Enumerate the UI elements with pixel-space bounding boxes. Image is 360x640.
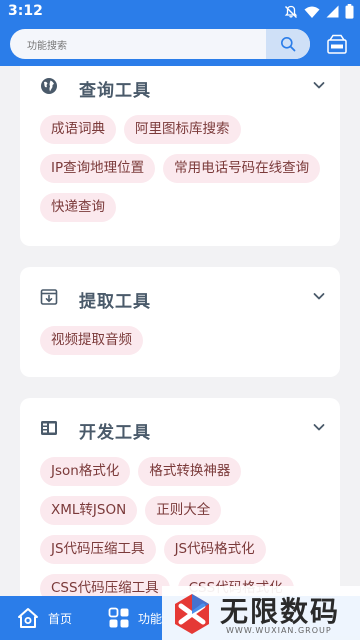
- home-icon: [18, 608, 38, 628]
- card-title: 提取工具: [79, 292, 151, 312]
- tool-tag[interactable]: 视频提取音频: [40, 326, 143, 355]
- download-box-icon: [40, 289, 58, 305]
- tool-tag[interactable]: CSS代码压缩工具: [40, 574, 170, 596]
- card-extract-tools: 提取工具 视频提取音频: [20, 267, 340, 377]
- battery-icon: [345, 4, 354, 19]
- signal-icon: [326, 5, 339, 18]
- new-box-icon[interactable]: [326, 33, 348, 55]
- search-box[interactable]: 功能搜索: [10, 29, 310, 59]
- globe-icon: [41, 78, 57, 94]
- card-query-tools: 查询工具 成语词典 阿里图标库搜索 IP查询地理位置 常用电话号码在线查询 快递…: [20, 66, 340, 246]
- tool-tag[interactable]: 正则大全: [145, 496, 222, 525]
- brand-logo-icon: [175, 594, 209, 634]
- code-panel-icon: [41, 421, 57, 435]
- card-dev-tools: 开发工具 Json格式化 格式转换神器 XML转JSON 正则大全 JS代码压缩…: [20, 398, 340, 596]
- search-button[interactable]: [266, 29, 310, 59]
- chevron-down-icon[interactable]: [312, 289, 326, 303]
- card-title: 开发工具: [79, 423, 151, 443]
- status-bar: 3:12: [0, 0, 360, 24]
- notifications-off-icon: [284, 5, 298, 18]
- card-title: 查询工具: [79, 81, 151, 101]
- app-bar: 功能搜索: [0, 24, 360, 66]
- tool-tag[interactable]: 阿里图标库搜索: [124, 115, 241, 144]
- card-header[interactable]: 查询工具: [20, 68, 340, 106]
- card-header[interactable]: 提取工具: [20, 279, 340, 317]
- watermark-title: 无限数码: [220, 595, 341, 628]
- tab-functions-label: 功能: [138, 611, 163, 626]
- tool-tag[interactable]: 成语词典: [40, 115, 116, 144]
- apps-grid-icon: [108, 607, 129, 628]
- search-input[interactable]: 功能搜索: [27, 37, 67, 52]
- status-icons: [284, 4, 354, 19]
- tool-tag[interactable]: Json格式化: [40, 457, 131, 486]
- tab-functions[interactable]: 功能: [108, 596, 162, 640]
- watermark-subtitle: WWW.WUXIAN.GROUP: [226, 626, 332, 635]
- content-area[interactable]: 查询工具 成语词典 阿里图标库搜索 IP查询地理位置 常用电话号码在线查询 快递…: [0, 66, 360, 596]
- tag-list: 成语词典 阿里图标库搜索 IP查询地理位置 常用电话号码在线查询 快递查询: [40, 115, 330, 222]
- tool-tag[interactable]: 格式转换神器: [138, 457, 242, 486]
- chevron-down-icon[interactable]: [312, 420, 326, 434]
- tag-list: 视频提取音频: [40, 326, 330, 355]
- tool-tag[interactable]: 常用电话号码在线查询: [163, 154, 321, 183]
- card-header[interactable]: 开发工具: [20, 410, 340, 448]
- tab-home-label: 首页: [48, 611, 73, 626]
- tool-tag[interactable]: XML转JSON: [40, 496, 138, 525]
- chevron-down-icon[interactable]: [312, 78, 326, 92]
- tag-list: Json格式化 格式转换神器 XML转JSON 正则大全 JS代码压缩工具 JS…: [40, 457, 330, 596]
- tab-home[interactable]: 首页: [16, 596, 72, 640]
- watermark: 无限数码 WWW.WUXIAN.GROUP: [162, 586, 360, 640]
- search-icon: [281, 37, 296, 52]
- wifi-icon: [304, 6, 320, 18]
- status-time: 3:12: [8, 3, 43, 19]
- tool-tag[interactable]: JS代码格式化: [163, 535, 266, 564]
- tool-tag[interactable]: 快递查询: [40, 193, 116, 222]
- tool-tag[interactable]: IP查询地理位置: [40, 154, 156, 183]
- tool-tag[interactable]: JS代码压缩工具: [40, 535, 156, 564]
